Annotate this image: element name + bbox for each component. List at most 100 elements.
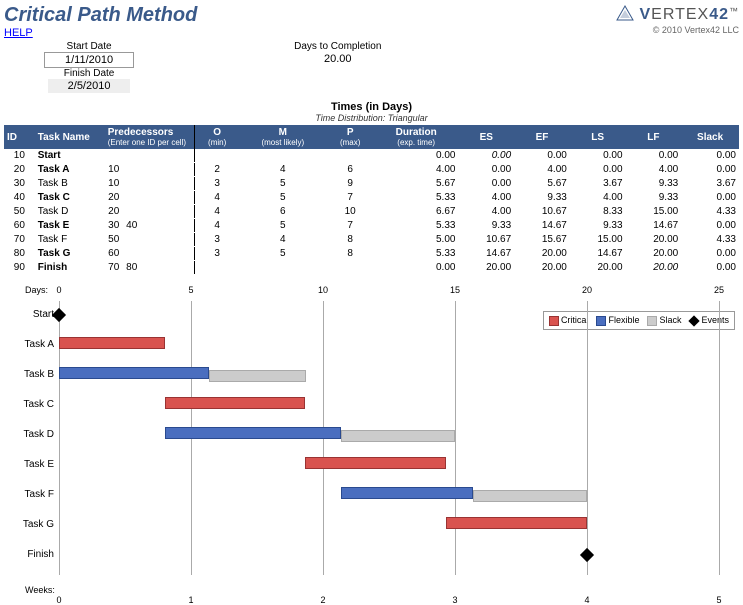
table-row[interactable]: 90Finish70800.0020.0020.0020.0020.000.00 [4, 261, 739, 275]
cell-pred[interactable] [123, 233, 141, 247]
cell-pred[interactable] [141, 149, 159, 163]
cell-task[interactable]: Task B [35, 177, 105, 191]
cell-m[interactable]: 5 [239, 247, 326, 261]
cell-pred[interactable] [123, 205, 141, 219]
cell-pred[interactable] [177, 149, 195, 163]
cell-id[interactable]: 90 [4, 261, 35, 275]
table-row[interactable]: 20Task A102464.000.004.000.004.000.00 [4, 163, 739, 177]
cell-pred[interactable]: 10 [105, 177, 123, 191]
cell-pred[interactable] [159, 205, 177, 219]
cell-id[interactable]: 50 [4, 205, 35, 219]
cell-id[interactable]: 60 [4, 219, 35, 233]
cell-m[interactable] [239, 261, 326, 275]
cell-pred[interactable] [177, 205, 195, 219]
cell-m[interactable]: 5 [239, 177, 326, 191]
table-row[interactable]: 70Task F503485.0010.6715.6715.0020.004.3… [4, 233, 739, 247]
cell-pred[interactable] [159, 247, 177, 261]
cell-pred[interactable]: 80 [123, 261, 141, 275]
cell-o[interactable] [195, 149, 239, 163]
cell-o[interactable]: 3 [195, 247, 239, 261]
cell-id[interactable]: 70 [4, 233, 35, 247]
cell-o[interactable]: 4 [195, 219, 239, 233]
cell-pred[interactable] [177, 233, 195, 247]
table-row[interactable]: 40Task C204575.334.009.334.009.330.00 [4, 191, 739, 205]
cell-m[interactable] [239, 149, 326, 163]
cell-pred[interactable] [123, 191, 141, 205]
cell-pred[interactable]: 20 [105, 191, 123, 205]
cell-pred[interactable]: 40 [123, 219, 141, 233]
cell-p[interactable]: 7 [326, 191, 373, 205]
cell-m[interactable]: 4 [239, 163, 326, 177]
cell-pred[interactable] [141, 205, 159, 219]
cell-pred[interactable]: 50 [105, 233, 123, 247]
table-row[interactable]: 10Start0.000.000.000.000.000.00 [4, 149, 739, 163]
cell-pred[interactable] [159, 149, 177, 163]
cell-p[interactable] [326, 261, 373, 275]
cell-m[interactable]: 6 [239, 205, 326, 219]
table-row[interactable]: 30Task B103595.670.005.673.679.333.67 [4, 177, 739, 191]
cell-pred[interactable] [159, 177, 177, 191]
cell-task[interactable]: Finish [35, 261, 105, 275]
cell-pred[interactable]: 10 [105, 163, 123, 177]
cell-pred[interactable] [123, 177, 141, 191]
cell-pred[interactable] [159, 219, 177, 233]
cell-p[interactable]: 9 [326, 177, 373, 191]
cell-pred[interactable] [141, 219, 159, 233]
cell-o[interactable]: 4 [195, 205, 239, 219]
cell-pred[interactable] [141, 177, 159, 191]
cell-pred[interactable] [141, 163, 159, 177]
cell-pred[interactable] [159, 261, 177, 275]
cell-task[interactable]: Start [35, 149, 105, 163]
cell-id[interactable]: 80 [4, 247, 35, 261]
cell-pred[interactable] [177, 177, 195, 191]
table-row[interactable]: 60Task E30404575.339.3314.679.3314.670.0… [4, 219, 739, 233]
cell-pred[interactable]: 70 [105, 261, 123, 275]
start-date-input[interactable]: 1/11/2010 [44, 52, 134, 68]
cell-o[interactable]: 2 [195, 163, 239, 177]
cell-p[interactable]: 8 [326, 233, 373, 247]
cell-o[interactable]: 4 [195, 191, 239, 205]
cell-p[interactable]: 6 [326, 163, 373, 177]
cell-o[interactable] [195, 261, 239, 275]
cell-m[interactable]: 5 [239, 219, 326, 233]
cell-pred[interactable] [141, 233, 159, 247]
cell-pred[interactable] [159, 233, 177, 247]
cell-pred[interactable] [177, 191, 195, 205]
cell-m[interactable]: 4 [239, 233, 326, 247]
cell-pred[interactable] [159, 191, 177, 205]
cell-id[interactable]: 30 [4, 177, 35, 191]
cell-id[interactable]: 10 [4, 149, 35, 163]
cell-pred[interactable]: 30 [105, 219, 123, 233]
cell-o[interactable]: 3 [195, 177, 239, 191]
cell-o[interactable]: 3 [195, 233, 239, 247]
cell-pred[interactable] [141, 247, 159, 261]
cell-p[interactable]: 7 [326, 219, 373, 233]
cell-pred[interactable] [105, 149, 123, 163]
table-row[interactable]: 80Task G603585.3314.6720.0014.6720.000.0… [4, 247, 739, 261]
cell-id[interactable]: 40 [4, 191, 35, 205]
table-row[interactable]: 50Task D2046106.674.0010.678.3315.004.33 [4, 205, 739, 219]
cell-pred[interactable] [177, 219, 195, 233]
cell-p[interactable] [326, 149, 373, 163]
cell-pred[interactable] [177, 163, 195, 177]
cell-task[interactable]: Task D [35, 205, 105, 219]
cell-pred[interactable] [141, 261, 159, 275]
cell-pred[interactable] [177, 247, 195, 261]
cell-pred[interactable] [177, 261, 195, 275]
cell-pred[interactable] [159, 163, 177, 177]
cell-task[interactable]: Task F [35, 233, 105, 247]
cell-task[interactable]: Task G [35, 247, 105, 261]
cell-pred[interactable]: 20 [105, 205, 123, 219]
cell-p[interactable]: 8 [326, 247, 373, 261]
cell-pred[interactable]: 60 [105, 247, 123, 261]
cell-p[interactable]: 10 [326, 205, 373, 219]
cell-task[interactable]: Task E [35, 219, 105, 233]
cell-pred[interactable] [123, 163, 141, 177]
help-link[interactable]: HELP [4, 27, 33, 39]
cell-m[interactable]: 5 [239, 191, 326, 205]
cell-task[interactable]: Task C [35, 191, 105, 205]
cell-pred[interactable] [123, 149, 141, 163]
cell-pred[interactable] [141, 191, 159, 205]
cell-task[interactable]: Task A [35, 163, 105, 177]
cell-pred[interactable] [123, 247, 141, 261]
